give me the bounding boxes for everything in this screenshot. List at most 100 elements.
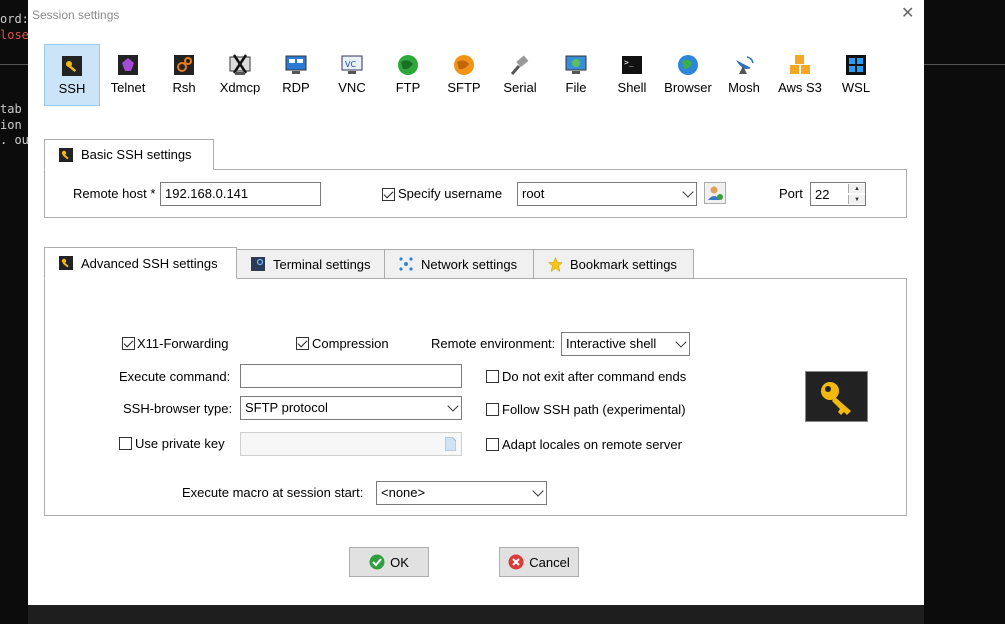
ok-label: OK	[390, 554, 409, 570]
session-type-browser[interactable]: Browser	[660, 44, 716, 106]
session-type-label: Browser	[664, 80, 712, 95]
follow-ssh-path-checkbox[interactable]	[486, 403, 499, 416]
browser-globe-icon	[677, 54, 699, 76]
session-type-telnet[interactable]: Telnet	[100, 44, 156, 106]
adapt-locales-label: Adapt locales on remote server	[502, 437, 682, 452]
tab-network-settings[interactable]: Network settings	[384, 249, 534, 279]
tab-label: Bookmark settings	[570, 256, 677, 272]
aws-s3-cubes-icon	[789, 54, 811, 76]
terminal-line: lose	[0, 28, 28, 42]
check-circle-icon	[369, 554, 385, 570]
session-type-sftp[interactable]: SFTP	[436, 44, 492, 106]
tab-label: Advanced SSH settings	[81, 255, 218, 271]
tab-label: Network settings	[421, 256, 518, 272]
chevron-down-icon	[447, 400, 459, 412]
ssh-browser-type-value: SFTP protocol	[245, 400, 328, 415]
adapt-locales-checkbox[interactable]	[486, 438, 499, 451]
session-type-shell[interactable]: >_ Shell	[604, 44, 660, 106]
terminal-line: tab	[0, 102, 22, 116]
terminal-separator	[924, 64, 1005, 65]
private-key-input	[240, 432, 462, 456]
execute-macro-select[interactable]: <none>	[376, 481, 547, 505]
ssh-key-large-icon	[805, 371, 868, 422]
xdmcp-icon	[229, 54, 251, 76]
remote-host-input[interactable]: 192.168.0.141	[160, 182, 321, 206]
session-type-label: Telnet	[110, 80, 146, 95]
terminal-separator	[0, 64, 28, 65]
ok-button[interactable]: OK	[349, 547, 429, 577]
execute-command-input[interactable]	[240, 364, 462, 388]
file-monitor-icon	[565, 54, 587, 76]
chevron-down-icon	[675, 336, 687, 348]
remote-environment-value: Interactive shell	[566, 336, 657, 351]
do-not-exit-checkbox[interactable]	[486, 370, 499, 383]
dialog-title: Session settings	[32, 8, 120, 22]
session-type-ssh[interactable]: SSH	[44, 44, 100, 106]
execute-command-label: Execute command:	[119, 369, 231, 384]
session-type-label: RDP	[282, 80, 310, 95]
port-increment-button[interactable]: ▲	[848, 184, 865, 193]
tab-bookmark-settings[interactable]: Bookmark settings	[533, 249, 694, 279]
username-combobox[interactable]: root	[517, 182, 697, 206]
session-type-label: VNC	[338, 80, 366, 95]
background-terminal-right	[924, 0, 1005, 624]
session-type-label: File	[565, 80, 587, 95]
use-private-key-checkbox[interactable]	[119, 437, 132, 450]
rdp-monitor-icon	[285, 54, 307, 76]
windows-logo-icon	[845, 54, 867, 76]
specify-username-label: Specify username	[398, 186, 503, 201]
cancel-button[interactable]: Cancel	[499, 547, 579, 577]
compression-checkbox[interactable]	[296, 337, 309, 350]
session-type-aws-s3[interactable]: Aws S3	[772, 44, 828, 106]
cancel-label: Cancel	[529, 554, 570, 570]
execute-macro-label: Execute macro at session start:	[182, 485, 364, 500]
remote-environment-select[interactable]: Interactive shell	[561, 332, 690, 356]
telnet-icon	[117, 54, 139, 76]
session-type-wsl[interactable]: WSL	[828, 44, 884, 106]
session-type-label: SSH	[58, 81, 86, 96]
session-type-label: Serial	[503, 80, 537, 95]
remote-host-label: Remote host *	[73, 186, 156, 201]
session-type-file[interactable]: File	[548, 44, 604, 106]
session-type-label: Mosh	[728, 80, 760, 95]
do-not-exit-label: Do not exit after command ends	[502, 369, 687, 384]
session-type-ftp[interactable]: FTP	[380, 44, 436, 106]
sftp-globe-icon	[453, 54, 475, 76]
session-type-label: FTP	[395, 80, 421, 95]
tab-label: Terminal settings	[273, 256, 371, 272]
compression-label: Compression	[312, 336, 389, 351]
ssh-browser-type-select[interactable]: SFTP protocol	[240, 396, 462, 420]
session-settings-dialog: Session settings ✕ SSH Telnet Rsh Xdmcp …	[28, 0, 924, 605]
close-icon[interactable]: ✕	[901, 6, 914, 22]
user-icon	[708, 186, 723, 200]
chevron-down-icon	[682, 186, 694, 198]
specify-username-checkbox[interactable]	[382, 188, 395, 201]
execute-macro-value: <none>	[381, 485, 426, 500]
cancel-circle-icon	[508, 554, 524, 570]
background-terminal: ord: lose tab ion . ou	[0, 0, 28, 624]
port-spinbox[interactable]: 22 ▲ ▼	[810, 182, 866, 206]
session-type-rsh[interactable]: Rsh	[156, 44, 212, 106]
session-type-mosh[interactable]: Mosh	[716, 44, 772, 106]
session-type-label: Aws S3	[778, 80, 822, 95]
session-type-vnc[interactable]: VC VNC	[324, 44, 380, 106]
remote-environment-label: Remote environment:	[431, 336, 556, 351]
port-decrement-button[interactable]: ▼	[848, 195, 865, 204]
tab-terminal-settings[interactable]: Terminal settings	[236, 249, 385, 279]
x11-forwarding-label: X11-Forwarding	[137, 336, 229, 351]
x11-forwarding-checkbox[interactable]	[122, 337, 135, 350]
file-icon	[445, 437, 456, 451]
terminal-line: . ou	[0, 133, 28, 147]
svg-text:>_: >_	[624, 58, 634, 67]
session-type-label: Rsh	[172, 80, 196, 95]
session-type-label: Xdmcp	[219, 80, 261, 95]
ssh-key-icon	[59, 147, 73, 162]
tab-advanced-ssh-settings[interactable]: Advanced SSH settings	[44, 247, 237, 279]
tab-basic-ssh-settings[interactable]: Basic SSH settings	[44, 139, 214, 170]
shell-terminal-icon: >_	[621, 54, 643, 76]
session-type-xdmcp[interactable]: Xdmcp	[212, 44, 268, 106]
terminal-settings-icon	[251, 257, 265, 271]
session-type-rdp[interactable]: RDP	[268, 44, 324, 106]
user-manager-button[interactable]	[704, 182, 726, 204]
session-type-serial[interactable]: Serial	[492, 44, 548, 106]
